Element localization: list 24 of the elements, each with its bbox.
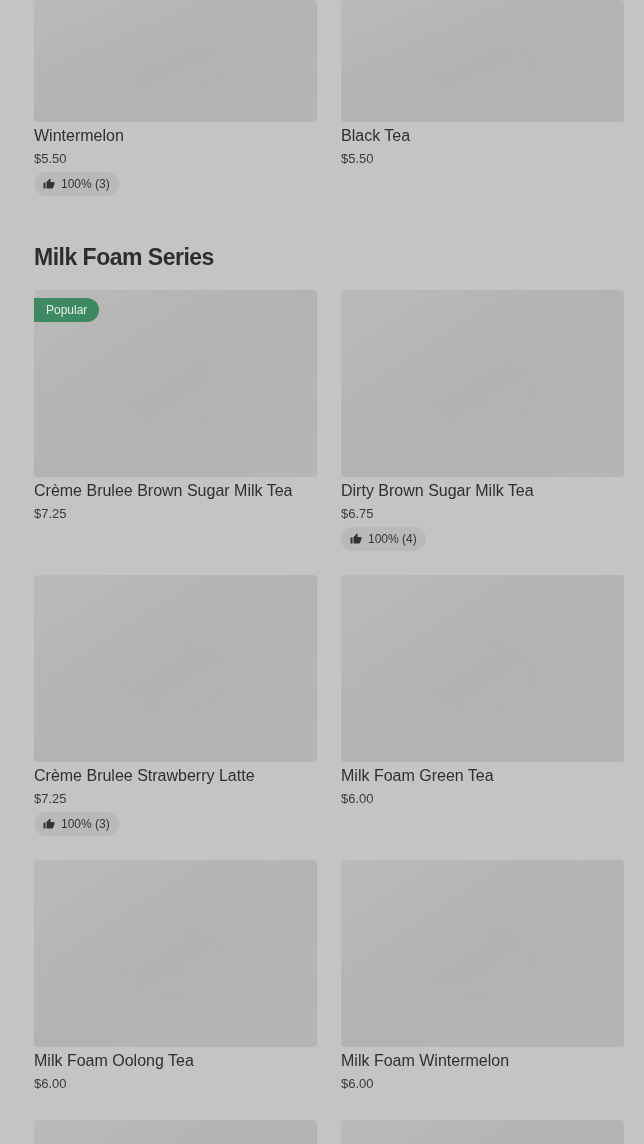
item-price: $5.50 (341, 150, 375, 168)
item-name[interactable]: Dirty Brown Sugar Milk Tea (341, 480, 624, 502)
thumbs-up-icon (350, 533, 362, 545)
item-name[interactable]: Milk Foam Green Tea (341, 765, 624, 787)
item-price: $6.00 (341, 1075, 375, 1093)
item-price: $6.00 (34, 1075, 68, 1093)
item-name[interactable]: Wintermelon (34, 125, 317, 147)
rating-pill: 100% (4) (341, 527, 426, 551)
item-price: $7.25 (34, 790, 68, 808)
item-name[interactable]: Black Tea (341, 125, 624, 147)
item-name[interactable]: Milk Foam Wintermelon (341, 1050, 624, 1072)
item-price: $7.25 (34, 505, 68, 523)
rating-pill: 100% (3) (34, 812, 119, 836)
rating-pill: 100% (3) (34, 172, 119, 196)
thumbs-up-icon (43, 178, 55, 190)
item-price: $5.50 (34, 150, 68, 168)
item-price: $6.00 (341, 790, 375, 808)
item-price: $6.75 (341, 505, 375, 523)
thumbs-up-icon (43, 818, 55, 830)
popular-badge: Popular (34, 298, 100, 322)
section-title: Milk Foam Series (34, 243, 215, 271)
item-name[interactable]: Crème Brulee Strawberry Latte (34, 765, 317, 787)
item-name[interactable]: Milk Foam Oolong Tea (34, 1050, 317, 1072)
item-name[interactable]: Crème Brulee Brown Sugar Milk Tea (34, 480, 317, 502)
